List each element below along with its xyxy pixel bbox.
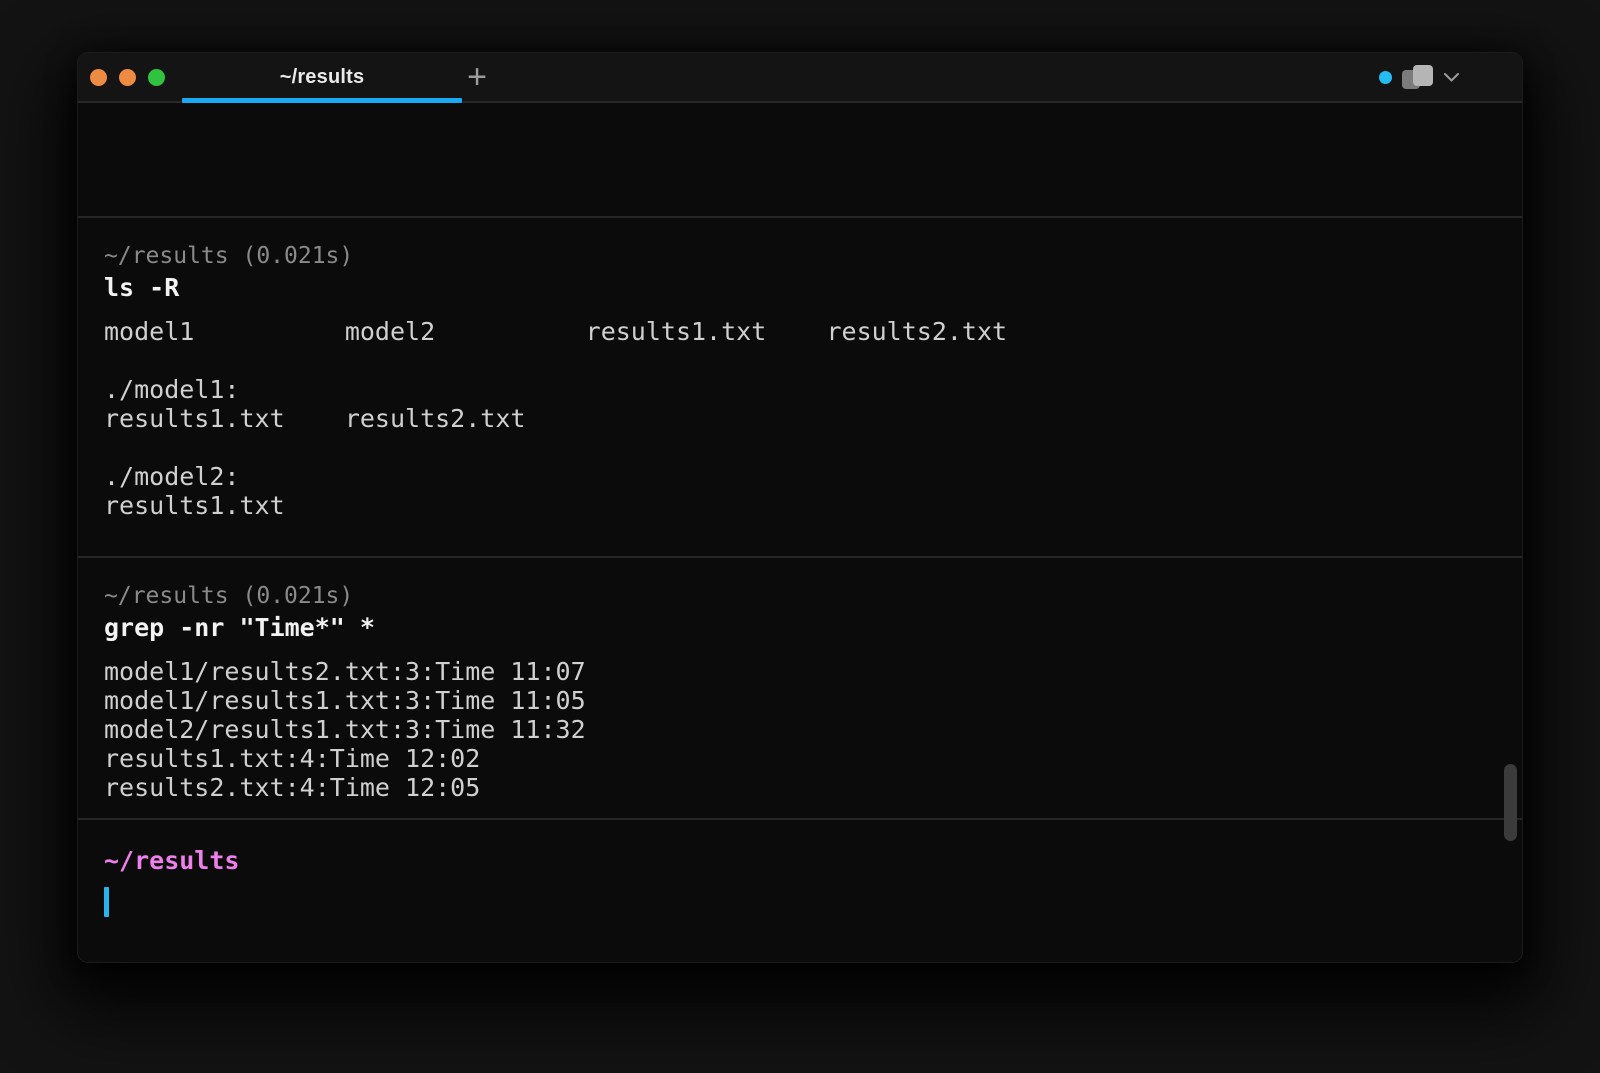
text-cursor	[104, 887, 109, 917]
titlebar-right-controls	[1379, 53, 1459, 101]
block-header: ~/results (0.021s)	[104, 242, 1522, 271]
zoom-button[interactable]	[148, 69, 165, 86]
scrolled-block-remainder	[78, 105, 1522, 216]
command-text[interactable]: ls -R	[104, 273, 1522, 303]
traffic-lights	[78, 69, 165, 86]
command-output: model1 model2 results1.txt results2.txt …	[104, 317, 1522, 520]
close-button[interactable]	[90, 69, 107, 86]
output-line: model1/results2.txt:3:Time 11:07	[104, 657, 1522, 686]
title-bar: ~/results +	[78, 53, 1522, 103]
output-line: ./model2:	[104, 462, 1522, 491]
tab-results[interactable]: ~/results	[182, 53, 462, 101]
output-line	[104, 433, 1522, 462]
output-line: results2.txt:4:Time 12:05	[104, 773, 1522, 802]
minimize-button[interactable]	[119, 69, 136, 86]
terminal-window: ~/results + ~/results (0.021s)	[77, 52, 1523, 963]
output-line: model1/results1.txt:3:Time 11:05	[104, 686, 1522, 715]
command-block-ls: ~/results (0.021s) ls -R model1 model2 r…	[78, 218, 1522, 556]
output-line: ./model1:	[104, 375, 1522, 404]
scrollbar-thumb[interactable]	[1504, 764, 1517, 841]
tab-title: ~/results	[280, 66, 365, 89]
terminal-scrollback: ~/results (0.021s) ls -R model1 model2 r…	[78, 105, 1522, 962]
command-block-grep: ~/results (0.021s) grep -nr "Time*" * mo…	[78, 558, 1522, 818]
new-tab-button[interactable]: +	[458, 53, 496, 101]
prompt-path: ~/results	[104, 846, 1522, 875]
command-input-area[interactable]: ~/results	[78, 820, 1522, 962]
output-line	[104, 346, 1522, 375]
output-line: model1 model2 results1.txt results2.txt	[104, 317, 1522, 346]
output-line: results1.txt	[104, 491, 1522, 520]
split-panes-icon[interactable]	[1401, 64, 1435, 90]
output-line: results1.txt results2.txt	[104, 404, 1522, 433]
block-header: ~/results (0.021s)	[104, 582, 1522, 611]
chevron-down-icon[interactable]	[1444, 73, 1459, 82]
output-line: results1.txt:4:Time 12:02	[104, 744, 1522, 773]
active-tab-underline	[182, 98, 462, 103]
command-output: model1/results2.txt:3:Time 11:07 model1/…	[104, 657, 1522, 802]
output-line: model2/results1.txt:3:Time 11:32	[104, 715, 1522, 744]
command-text[interactable]: grep -nr "Time*" *	[104, 613, 1522, 643]
notification-dot-icon	[1379, 71, 1392, 84]
